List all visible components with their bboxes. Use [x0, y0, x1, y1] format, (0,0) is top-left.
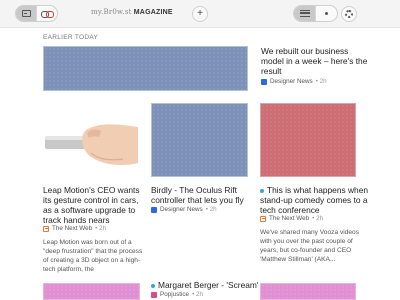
article-meta: Designer News • 2h [151, 206, 217, 213]
the-next-web-icon [43, 225, 49, 232]
link-view-button[interactable] [36, 6, 57, 21]
article-time: 2h [319, 78, 327, 85]
add-button[interactable]: + [192, 6, 208, 22]
article-title-text: This is what happens when stand-up comed… [260, 185, 369, 215]
menu-button[interactable] [294, 6, 315, 21]
article-image[interactable] [43, 283, 140, 300]
designer-news-icon [151, 206, 157, 213]
unread-dot [151, 283, 155, 288]
menu-toggle [293, 5, 338, 22]
logo-brand: MAGAZINE [133, 9, 173, 16]
article-excerpt: We've shared many Vooza videos with you … [260, 229, 359, 263]
designer-news-icon [261, 78, 267, 85]
article-time: 2h [99, 225, 107, 232]
plus-icon: + [197, 8, 203, 19]
article-meta: Designer News • 2h [261, 78, 327, 85]
article-source[interactable]: The Next Web [52, 225, 92, 232]
popjustice-icon [151, 291, 157, 298]
card-view-button[interactable] [16, 6, 36, 21]
hand-photo [43, 103, 138, 177]
settings-button[interactable] [341, 6, 357, 22]
article-title[interactable]: Margaret Berger - 'Scream' [151, 280, 261, 290]
article-source[interactable]: Designer News [270, 78, 313, 85]
article-time: 2h [209, 206, 217, 213]
article-source[interactable]: The Next Web [269, 215, 309, 222]
article-source[interactable]: Popjustice [160, 291, 189, 298]
article-title-text: Margaret Berger - 'Scream' [158, 280, 259, 290]
article-time: 2h [196, 291, 204, 298]
article-title[interactable]: This is what happens when stand-up comed… [260, 185, 380, 215]
article-title[interactable]: We rebuilt our business model in a week … [261, 46, 371, 76]
unread-dot [260, 188, 264, 193]
link-icon [41, 10, 54, 18]
article-image[interactable] [43, 103, 138, 177]
top-toolbar: my.Br0w.st MAGAZINE + [0, 0, 400, 28]
dot-icon [325, 12, 328, 15]
gear-icon [345, 10, 353, 18]
article-image[interactable] [43, 46, 248, 91]
article-image[interactable] [260, 103, 356, 177]
the-next-web-icon [260, 215, 266, 222]
article-title[interactable]: Leap Motion's CEO wants its gesture cont… [43, 185, 143, 225]
app-logo: my.Br0w.st MAGAZINE [91, 8, 173, 16]
article-meta: Popjustice • 2h [151, 291, 203, 298]
article-image[interactable] [260, 283, 356, 300]
article-time: 2h [316, 215, 324, 222]
article-meta: The Next Web • 2h [43, 225, 106, 232]
article-meta: The Next Web • 2h [260, 215, 323, 222]
article-excerpt: Leap Motion was born out of a "deep frus… [43, 239, 143, 273]
logo-prefix: my.Br0w.st [91, 8, 132, 16]
article-source[interactable]: Designer News [160, 206, 203, 213]
view-toggle [15, 5, 58, 22]
article-image[interactable] [151, 103, 248, 177]
card-icon [21, 10, 31, 17]
article-title[interactable]: Birdly - The Oculus Rift controller that… [151, 185, 251, 205]
section-label: EARLIER TODAY [43, 34, 99, 41]
more-button[interactable] [315, 6, 337, 21]
hamburger-icon [299, 10, 310, 17]
